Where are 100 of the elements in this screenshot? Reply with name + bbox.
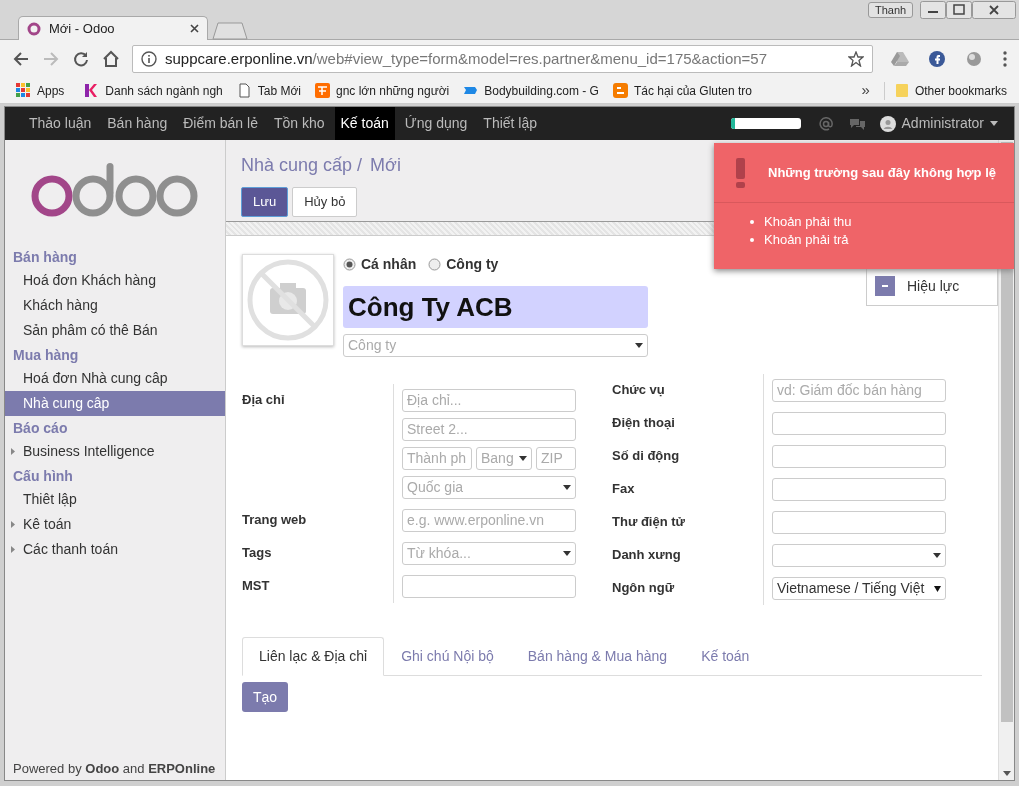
scroll-down-icon[interactable] bbox=[1002, 771, 1011, 776]
field-label: MST bbox=[242, 577, 271, 595]
close-icon[interactable] bbox=[190, 24, 199, 33]
input-field[interactable] bbox=[772, 511, 946, 534]
reload-icon[interactable] bbox=[72, 50, 90, 68]
new-tab-icon[interactable] bbox=[212, 22, 248, 40]
input-field[interactable] bbox=[772, 478, 946, 501]
field-label: Ngôn ngữ bbox=[612, 579, 676, 597]
restore-icon[interactable] bbox=[946, 1, 972, 19]
bullet-icon bbox=[750, 220, 754, 224]
section-heading: Mua hàng bbox=[12, 346, 80, 365]
sidebar-item[interactable]: Kê toán bbox=[5, 512, 225, 537]
no-photo-placeholder-icon bbox=[242, 254, 334, 346]
save-button[interactable]: Lưu bbox=[241, 187, 289, 217]
back-icon[interactable] bbox=[12, 50, 30, 68]
sidebar-item[interactable]: Hoá đơn Nhà cung câp bbox=[5, 366, 225, 391]
extension-icon[interactable] bbox=[965, 51, 983, 67]
sidebar-item[interactable]: Hoá đơn Khách hàng bbox=[5, 268, 225, 293]
colorful-logo-icon bbox=[84, 83, 100, 98]
input-field[interactable] bbox=[402, 575, 576, 598]
sidebar-item[interactable]: Các thanh toán bbox=[5, 537, 225, 562]
notification-title: Những trường sau đây không hợp lệ bbox=[768, 163, 996, 182]
select-field[interactable]: Vietnamese / Tiếng Việt bbox=[772, 577, 946, 600]
avatar-icon bbox=[879, 115, 896, 132]
radio-option[interactable]: Công ty bbox=[428, 253, 499, 275]
ring-icon bbox=[27, 21, 41, 36]
forward-icon[interactable] bbox=[42, 50, 60, 68]
tab-title: Mới - Odoo bbox=[49, 19, 116, 38]
notebook-tab[interactable]: Ghi chú Nội bộ bbox=[384, 637, 511, 675]
menu-item[interactable]: Tồn kho bbox=[267, 107, 331, 140]
url-host: suppcare.erponline.vn bbox=[165, 49, 313, 67]
sidebar-item[interactable]: Khách hàng bbox=[5, 293, 225, 318]
field-label: Số di động bbox=[612, 447, 681, 465]
menu-item[interactable]: Thảo luận bbox=[23, 107, 98, 140]
home-icon[interactable] bbox=[102, 50, 120, 68]
notebook-tab[interactable]: Bán hàng & Mua hàng bbox=[510, 637, 685, 675]
name-field[interactable]: Công Ty ACB bbox=[343, 286, 648, 328]
input-field[interactable] bbox=[772, 412, 946, 435]
bookmark[interactable]: Other bookmarks bbox=[883, 81, 1007, 100]
sidebar-item[interactable]: Sản phâm có thê Bán bbox=[5, 318, 225, 343]
menu-item[interactable]: Ứng dụng bbox=[398, 107, 474, 140]
create-button[interactable]: Tạo bbox=[242, 682, 289, 712]
section-heading: Báo cáo bbox=[12, 419, 69, 438]
bullet-icon bbox=[750, 238, 754, 242]
bookmark[interactable]: gnc lớn những người bbox=[315, 81, 450, 100]
notebook-tab[interactable]: Liên lạc & Địa chỉ bbox=[242, 637, 385, 676]
exclamation-icon bbox=[736, 157, 745, 188]
minimize-icon[interactable] bbox=[920, 1, 946, 19]
browser-tab[interactable]: Mới - Odoo bbox=[18, 16, 208, 40]
notebook-tab[interactable]: Kế toán bbox=[684, 637, 767, 675]
breadcrumb-link[interactable]: Nhà cung cấp / bbox=[241, 152, 363, 179]
discard-button[interactable]: Hủy bỏ bbox=[292, 187, 358, 217]
overflow-chevron[interactable]: » bbox=[861, 79, 870, 102]
caret-icon bbox=[933, 553, 941, 558]
odoo-logo-icon bbox=[31, 162, 199, 218]
bookmark[interactable]: Danh sách ngành ngh bbox=[84, 81, 223, 100]
page-icon bbox=[236, 83, 252, 98]
notification-item: Khoản phải trả bbox=[764, 231, 849, 250]
shop-logo-icon bbox=[315, 83, 330, 98]
bookmark[interactable]: Bodybuilding.com - G bbox=[463, 81, 599, 100]
close-icon[interactable] bbox=[972, 1, 1016, 19]
sidebar-item[interactable]: Business Intelligence bbox=[5, 439, 225, 464]
info-icon bbox=[141, 51, 157, 67]
chat-icon[interactable] bbox=[848, 116, 866, 131]
sidebar-item[interactable]: Nhà cung câp bbox=[5, 391, 225, 416]
field-label: Fax bbox=[612, 480, 636, 498]
radio-option[interactable]: Cá nhân bbox=[343, 253, 417, 275]
input-field[interactable] bbox=[772, 445, 946, 468]
field-label: Chức vụ bbox=[612, 381, 666, 399]
field-label: Danh xưng bbox=[612, 546, 682, 564]
menu-item[interactable]: Điểm bán lẻ bbox=[177, 107, 264, 140]
toggle-icon bbox=[875, 276, 895, 296]
apps-grid-icon bbox=[16, 83, 31, 98]
menu-icon[interactable] bbox=[1003, 51, 1007, 67]
bookmark[interactable]: Tác hại của Gluten tro bbox=[612, 81, 752, 100]
menu-item[interactable]: Bán hàng bbox=[101, 107, 174, 140]
address-bar[interactable]: suppcare.erponline.vn/web#view_type=form&model=res.partner&menu_id=175&action=57 bbox=[132, 45, 873, 73]
footer-text: Powered by Odoo and ERPOnline bbox=[12, 759, 217, 778]
bookmark[interactable]: Apps bbox=[16, 81, 65, 100]
star-icon[interactable] bbox=[848, 51, 864, 67]
url-path: /web#view_type=form&model=res.partner&menu_id=175&action=57 bbox=[312, 49, 768, 67]
user-menu[interactable]: Administrator bbox=[901, 113, 984, 134]
at-icon[interactable] bbox=[818, 116, 833, 131]
profile-button[interactable]: Thanh bbox=[868, 2, 914, 18]
caret-icon bbox=[563, 485, 571, 490]
field-label: Trang web bbox=[242, 511, 308, 529]
breadcrumb-current: Mới bbox=[370, 154, 401, 177]
select-field[interactable] bbox=[772, 544, 946, 567]
blogger-icon bbox=[612, 83, 628, 98]
menu-item[interactable]: Kế toán bbox=[334, 107, 395, 140]
menu-item[interactable]: Thiết lập bbox=[477, 107, 544, 140]
facebook-icon[interactable] bbox=[929, 51, 945, 67]
field-label: Tags bbox=[242, 544, 273, 562]
sidebar-item[interactable]: Thiêt lập bbox=[5, 487, 225, 512]
caret-icon bbox=[934, 585, 941, 592]
caret-icon bbox=[563, 551, 571, 556]
drive-icon[interactable] bbox=[891, 51, 909, 67]
bookmark[interactable]: Tab Mới bbox=[236, 81, 301, 100]
notification-item: Khoản phải thu bbox=[764, 213, 852, 232]
section-heading: Bán hàng bbox=[12, 248, 78, 267]
